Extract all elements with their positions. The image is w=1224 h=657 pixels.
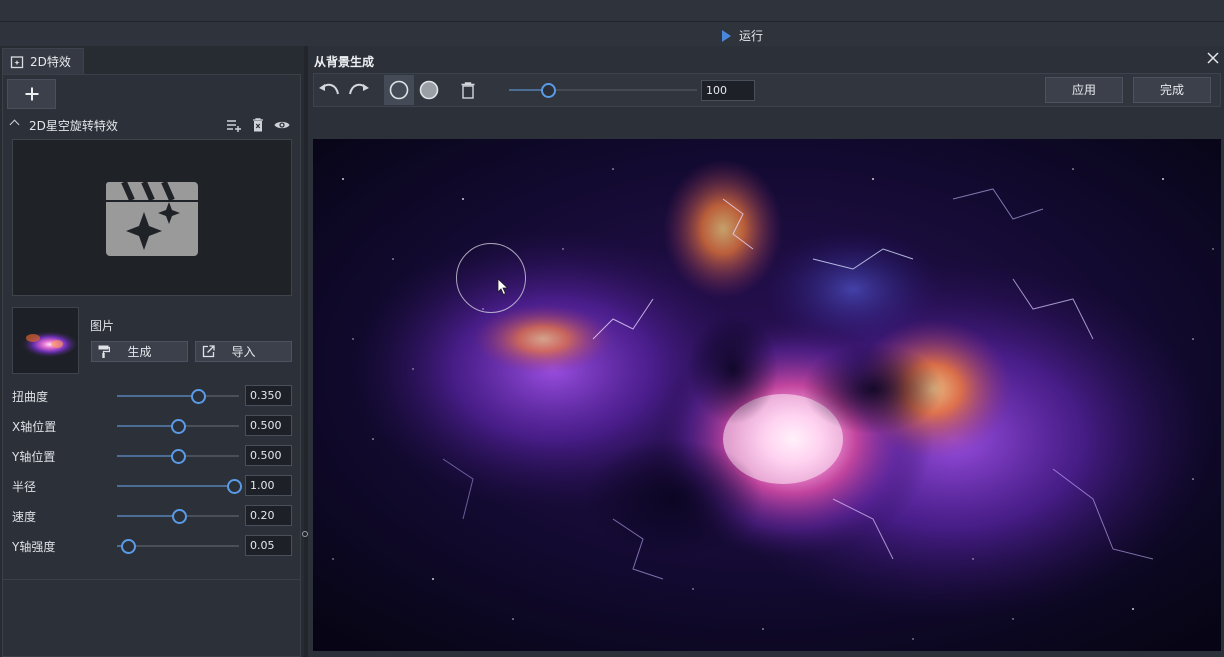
trash-icon [461,81,475,99]
param-slider[interactable] [117,479,243,494]
param-slider[interactable] [117,509,239,524]
redo-button[interactable] [345,76,373,104]
redo-icon [349,83,369,95]
undo-button[interactable] [315,76,343,104]
param-label: 扭曲度 [12,390,49,404]
param-list: 扭曲度 0.350 X轴位置 0.500 Y轴位置 0.500 半径 1.00 速度 0.20 Y轴… [3,381,300,561]
param-value-input[interactable]: 1.00 [245,475,292,496]
param-slider-handle[interactable] [227,479,243,494]
param-value-input[interactable]: 0.350 [245,385,292,406]
play-icon [722,29,731,42]
clear-button[interactable] [454,76,482,104]
effect-tab-icon [10,55,24,69]
param-slider-handle[interactable] [172,509,188,524]
param-row: 速度 0.20 [3,501,300,531]
brush-cursor [456,243,526,313]
background-canvas[interactable] [313,139,1221,651]
apply-button[interactable]: 应用 [1045,77,1123,103]
eye-icon[interactable] [274,117,290,133]
brush-size-handle[interactable] [541,83,556,98]
plus-icon [25,87,38,101]
param-row: Y轴位置 0.500 [3,441,300,471]
run-button[interactable]: 运行 [722,27,763,44]
param-slider-handle[interactable] [171,419,186,434]
image-thumbnail[interactable] [12,307,79,374]
param-slider-handle[interactable] [171,449,186,464]
param-slider-handle[interactable] [190,389,206,404]
param-slider-handle[interactable] [120,539,136,554]
effect-section-header[interactable]: 2D星空旋转特效 [3,113,300,137]
param-row: Y轴强度 0.05 [3,531,300,561]
toolbar: 100 应用 完成 [313,73,1221,107]
param-row: X轴位置 0.500 [3,411,300,441]
background-generate-panel: 从背景生成 100 应用 完成 [308,46,1224,657]
param-label: X轴位置 [12,420,57,434]
brush-filled-button[interactable] [415,76,443,104]
param-slider[interactable] [117,389,239,404]
param-value-input[interactable]: 0.05 [245,535,292,556]
nebula-image [313,139,1221,651]
effect-clapper-icon [105,180,198,256]
chevron-up-icon[interactable] [9,119,20,130]
run-label: 运行 [739,29,764,43]
mouse-pointer-icon [497,278,509,296]
param-value-input[interactable]: 0.500 [245,445,292,466]
param-value-input[interactable]: 0.20 [245,505,292,526]
param-slider[interactable] [117,449,239,464]
done-button[interactable]: 完成 [1133,77,1211,103]
add-effect-button[interactable] [7,79,56,109]
add-list-icon[interactable] [226,117,242,133]
panel-title: 从背景生成 [314,55,375,69]
close-icon[interactable] [1206,51,1220,65]
title-bar [0,0,1224,22]
param-slider[interactable] [117,419,239,434]
image-label: 图片 [90,319,115,333]
import-button[interactable]: 导入 [195,341,292,362]
brush-size-slider[interactable] [509,83,697,98]
param-label: 速度 [12,510,37,524]
generate-label: 生成 [127,345,152,359]
effect-preview [12,139,292,296]
param-row: 扭曲度 0.350 [3,381,300,411]
param-label: Y轴位置 [12,450,56,464]
divider [3,579,300,580]
import-label: 导入 [231,345,256,359]
param-slider[interactable] [117,539,239,554]
param-label: 半径 [12,480,37,494]
generate-button[interactable]: 生成 [91,341,188,362]
delete-icon[interactable] [250,117,266,133]
tab-label: 2D特效 [30,55,71,69]
undo-icon [319,83,339,95]
brush-circle-outline-icon [389,80,409,100]
brush-outline-button[interactable] [384,75,414,105]
effects-panel: 2D特效 2D星空旋转特效 图片 生成 导入 扭曲度 0.350 X轴位置 0.… [0,46,304,657]
brush-circle-filled-icon [419,80,439,100]
param-row: 半径 1.00 [3,471,300,501]
param-value-input[interactable]: 0.500 [245,415,292,436]
brush-size-input[interactable]: 100 [701,80,755,101]
param-label: Y轴强度 [12,540,56,554]
tab-2d-effects[interactable]: 2D特效 [2,48,84,74]
run-bar: 运行 [0,22,1224,46]
effect-title: 2D星空旋转特效 [29,119,118,133]
